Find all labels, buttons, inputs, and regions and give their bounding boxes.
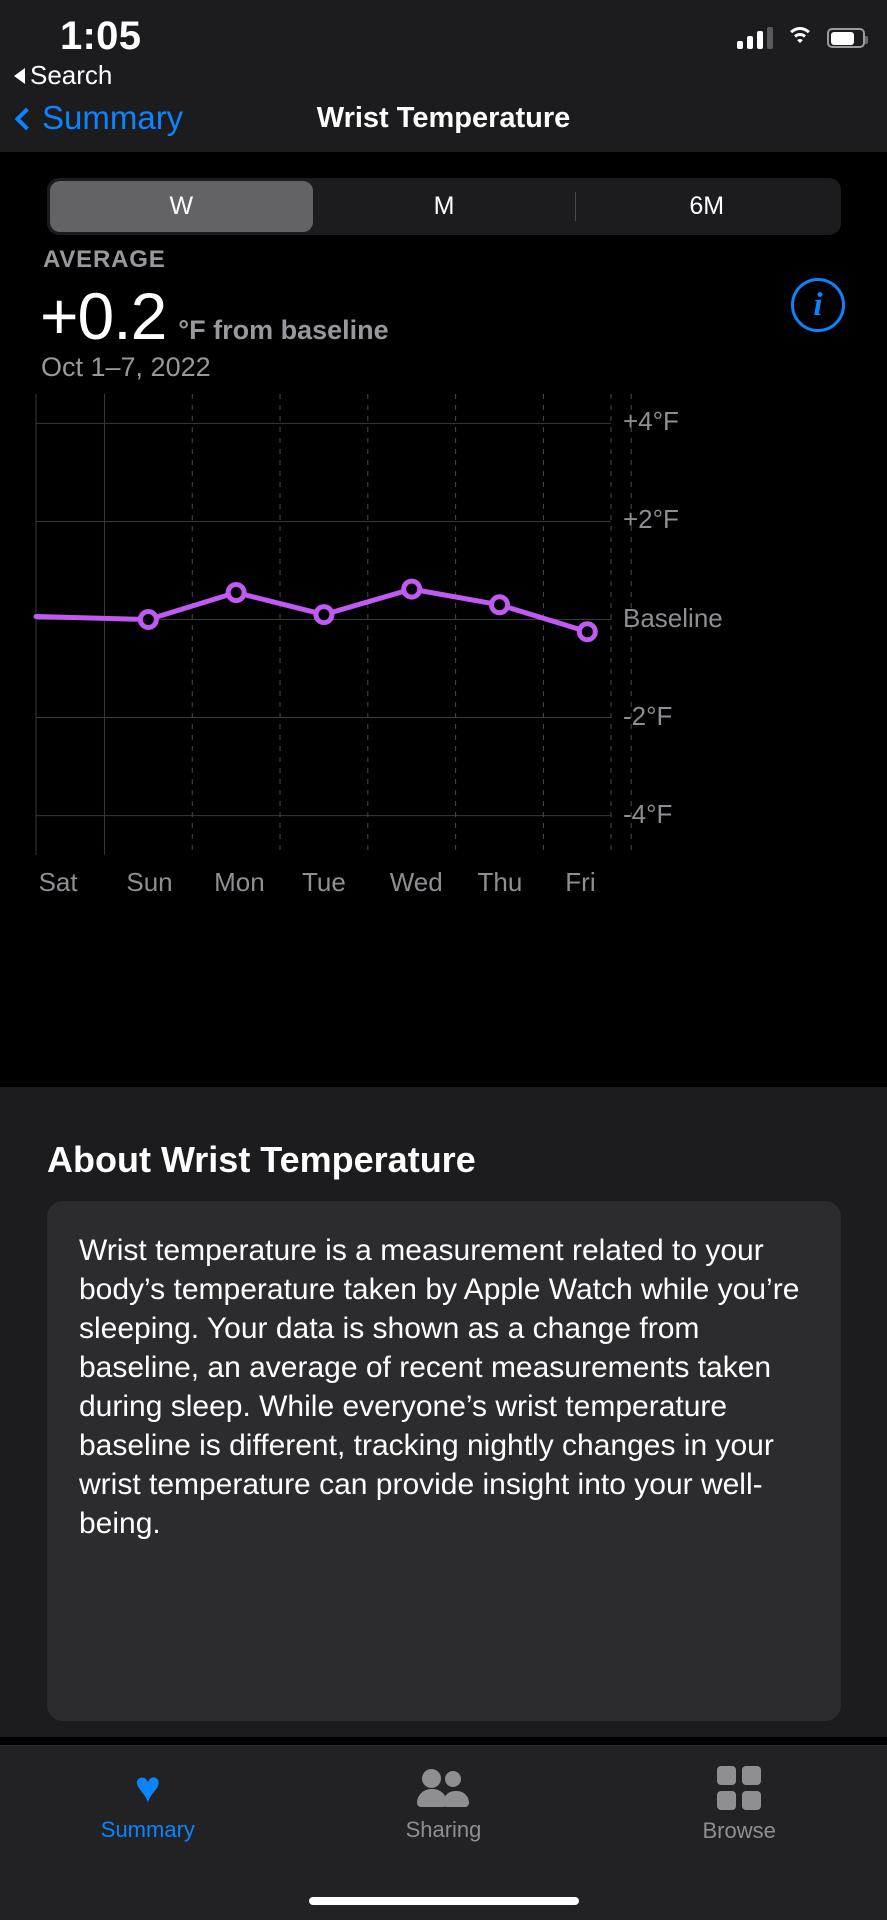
about-body-text: Wrist temperature is a measurement relat… bbox=[79, 1234, 800, 1540]
chart-x-tick: Wed bbox=[389, 867, 443, 897]
app-screen: 1:05 Search Summary Wrist Temperature W … bbox=[0, 0, 887, 1920]
segment-six-month[interactable]: 6M bbox=[575, 181, 838, 232]
wifi-icon bbox=[786, 27, 814, 49]
chart-y-tick: +2°F bbox=[623, 504, 679, 535]
people-icon bbox=[416, 1767, 472, 1809]
back-to-search-indicator[interactable]: Search bbox=[14, 60, 112, 91]
average-value: +0.2 bbox=[40, 279, 167, 353]
about-section: About Wrist Temperature Wrist temperatur… bbox=[0, 1087, 887, 1737]
tab-browse-label: Browse bbox=[702, 1818, 776, 1843]
wrist-temperature-chart[interactable]: +4°F +2°F Baseline -2°F -4°F Sat Sun Mon Tue Wed… bbox=[0, 380, 887, 897]
average-stat: +0.2 °F from baseline bbox=[40, 278, 389, 354]
chart-y-tick: Baseline bbox=[623, 602, 723, 633]
range-segmented-control[interactable]: W M 6M bbox=[47, 178, 841, 235]
page-title: Wrist Temperature bbox=[316, 102, 571, 134]
tab-sharing[interactable]: Sharing bbox=[296, 1746, 592, 1864]
tab-summary-label: Summary bbox=[100, 1817, 195, 1842]
chart-y-tick: -2°F bbox=[623, 700, 673, 731]
segment-month[interactable]: M bbox=[313, 181, 576, 232]
status-bar-time: 1:05 bbox=[60, 14, 142, 58]
chart-x-tick: Mon bbox=[214, 867, 265, 897]
navigation-bar: Summary Wrist Temperature bbox=[0, 95, 887, 152]
grid-icon bbox=[717, 1766, 762, 1810]
chart-y-tick: +4°F bbox=[623, 406, 679, 437]
chart-y-tick: -4°F bbox=[623, 798, 673, 829]
home-indicator[interactable] bbox=[308, 1897, 579, 1905]
chart-x-tick: Sat bbox=[38, 867, 78, 897]
segment-week[interactable]: W bbox=[50, 181, 313, 232]
chart-x-tick: Fri bbox=[565, 867, 596, 897]
status-bar: 1:05 Search bbox=[0, 0, 887, 95]
tab-sharing-label: Sharing bbox=[405, 1817, 482, 1842]
back-to-search-label: Search bbox=[30, 60, 113, 90]
about-title: About Wrist Temperature bbox=[47, 1139, 476, 1180]
chart-x-tick: Thu bbox=[477, 867, 523, 897]
tab-summary[interactable]: ♥ Summary bbox=[0, 1746, 296, 1864]
cellular-signal-icon bbox=[737, 27, 773, 49]
tab-bar: ♥ Summary Sharing Browse bbox=[0, 1745, 887, 1920]
triangle-left-icon bbox=[14, 67, 25, 84]
chart-x-tick: Tue bbox=[301, 867, 346, 897]
status-bar-indicators bbox=[737, 27, 868, 49]
chart-section: W M 6M AVERAGE +0.2 °F from baseline Oct… bbox=[0, 152, 887, 1087]
chart-x-tick: Sun bbox=[126, 867, 173, 897]
battery-icon bbox=[827, 28, 868, 48]
about-card: Wrist temperature is a measurement relat… bbox=[47, 1201, 841, 1721]
heart-icon: ♥ bbox=[134, 1763, 161, 1812]
average-unit: °F from baseline bbox=[178, 315, 389, 345]
date-range-label: Oct 1–7, 2022 bbox=[41, 352, 211, 382]
chart-canvas bbox=[33, 394, 632, 855]
info-button[interactable]: i bbox=[791, 278, 845, 332]
average-label: AVERAGE bbox=[43, 246, 166, 273]
tab-browse[interactable]: Browse bbox=[591, 1746, 887, 1864]
